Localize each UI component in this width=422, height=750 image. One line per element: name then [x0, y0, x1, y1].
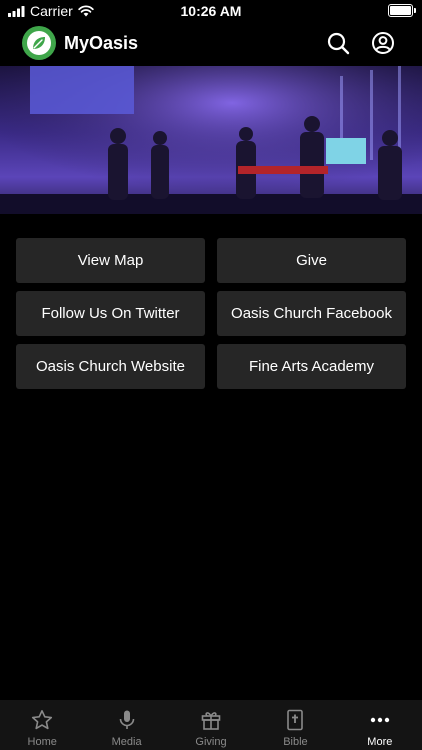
app-header: MyOasis [0, 26, 422, 62]
bible-icon [287, 709, 304, 731]
screen: Carrier 10:26 AM MyOasis View Map Give F… [0, 0, 422, 750]
more-icon [370, 717, 390, 723]
tab-bible[interactable]: Bible [253, 700, 337, 750]
link-buttons: View Map Give Follow Us On Twitter Oasis… [16, 238, 406, 389]
tab-label: More [367, 736, 393, 748]
tab-media[interactable]: Media [84, 700, 168, 750]
tab-label: Bible [283, 736, 308, 748]
tab-bar: Home Media Giving Bible More [0, 700, 422, 750]
facebook-button[interactable]: Oasis Church Facebook [217, 291, 406, 336]
star-icon [32, 710, 53, 730]
website-button[interactable]: Oasis Church Website [16, 344, 205, 389]
hero-image [0, 66, 422, 214]
hero-banner [0, 66, 422, 214]
tab-home[interactable]: Home [0, 700, 84, 750]
gift-icon [201, 712, 221, 730]
search-icon[interactable] [326, 31, 350, 55]
account-icon[interactable] [371, 31, 395, 55]
tab-label: Media [111, 736, 142, 748]
status-bar: Carrier 10:26 AM [0, 0, 422, 22]
give-button[interactable]: Give [217, 238, 406, 283]
tab-giving[interactable]: Giving [169, 700, 253, 750]
fine-arts-academy-button[interactable]: Fine Arts Academy [217, 344, 406, 389]
tab-label: Giving [195, 736, 227, 748]
view-map-button[interactable]: View Map [16, 238, 205, 283]
microphone-icon [119, 710, 134, 729]
app-title: MyOasis [64, 33, 139, 53]
leaf-icon [27, 31, 51, 55]
status-time: 10:26 AM [180, 3, 242, 19]
app-logo [22, 26, 56, 60]
tab-label: Home [27, 736, 57, 748]
twitter-button[interactable]: Follow Us On Twitter [16, 291, 205, 336]
battery-icon [388, 4, 416, 17]
tab-more[interactable]: More [338, 700, 422, 750]
